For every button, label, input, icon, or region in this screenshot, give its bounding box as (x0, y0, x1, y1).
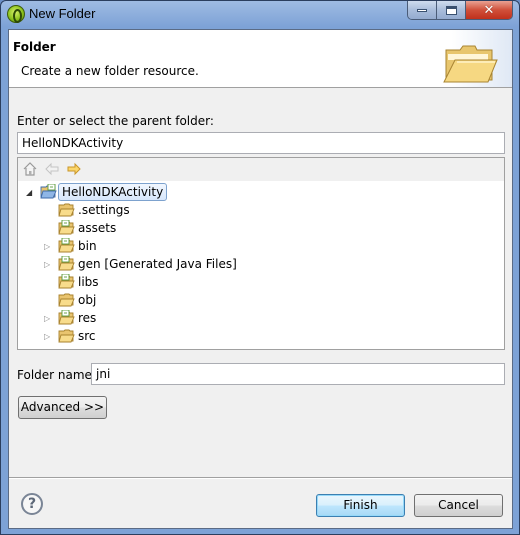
title-bar[interactable]: New Folder ✕ (1, 1, 519, 28)
folder-name-label: Folder name: (17, 368, 96, 382)
tree-item-label: assets (78, 221, 117, 235)
wizard-title: Folder (13, 40, 56, 54)
wizard-header: Folder Create a new folder resource. (9, 30, 512, 88)
expand-arrow-expanded-icon[interactable]: ◢ (26, 188, 35, 197)
back-icon[interactable] (44, 161, 60, 177)
folder-icon (58, 292, 75, 307)
help-icon[interactable]: ? (21, 493, 43, 515)
tree-item-label: gen [Generated Java Files] (78, 257, 237, 271)
tree-item[interactable]: ▷ src (18, 327, 504, 345)
maximize-icon (445, 5, 457, 15)
maximize-button[interactable] (437, 1, 466, 19)
minimize-button[interactable] (408, 1, 437, 19)
source-folder-icon (58, 273, 75, 289)
folder-tree[interactable]: ◢ HelloNDKActivity .settings assets ▷ bin ▷ gen… (17, 157, 505, 350)
folder-icon (58, 328, 75, 343)
tree-item-label: bin (78, 239, 97, 253)
tree-item[interactable]: assets (18, 219, 504, 237)
finish-button[interactable]: Finish (316, 494, 405, 517)
tree-item-label: src (78, 329, 96, 343)
tree-item-label: .settings (78, 203, 130, 217)
folder-icon (58, 202, 75, 217)
tree-item-label: libs (78, 275, 99, 289)
window-controls: ✕ (407, 1, 513, 20)
tree-toolbar (18, 158, 504, 181)
source-folder-icon (58, 237, 75, 253)
tree-item[interactable]: ▷ bin (18, 237, 504, 255)
project-icon (40, 183, 57, 199)
parent-folder-input[interactable]: HelloNDKActivity (17, 132, 505, 154)
cancel-button[interactable]: Cancel (414, 494, 503, 517)
button-bar-separator (9, 477, 512, 479)
new-folder-dialog: New Folder ✕ Folder Create a new folder … (0, 0, 520, 535)
expand-arrow-collapsed-icon[interactable]: ▷ (44, 242, 53, 251)
tree-item-label: HelloNDKActivity (58, 183, 168, 201)
close-icon: ✕ (483, 2, 495, 18)
source-folder-icon (58, 309, 75, 325)
close-button[interactable]: ✕ (466, 1, 512, 19)
tree-item[interactable]: .settings (18, 201, 504, 219)
forward-icon[interactable] (66, 161, 82, 177)
tree-item-label: obj (78, 293, 97, 307)
advanced-button[interactable]: Advanced >> (18, 396, 107, 419)
expand-arrow-collapsed-icon[interactable]: ▷ (44, 314, 53, 323)
tree-item[interactable]: obj (18, 291, 504, 309)
window-title: New Folder (29, 6, 96, 21)
eclipse-app-icon (7, 5, 25, 23)
tree-item-label: res (78, 311, 97, 325)
parent-folder-label: Enter or select the parent folder: (17, 114, 214, 128)
home-icon[interactable] (22, 161, 38, 177)
wizard-description: Create a new folder resource. (21, 64, 199, 78)
tree-item[interactable]: ▷ res (18, 309, 504, 327)
minimize-icon (417, 8, 427, 12)
folder-name-input[interactable]: jni (91, 363, 505, 385)
tree-item[interactable]: ◢ HelloNDKActivity (18, 183, 504, 201)
source-folder-icon (58, 255, 75, 271)
expand-arrow-collapsed-icon[interactable]: ▷ (44, 332, 53, 341)
dialog-client-area: Folder Create a new folder resource. Ent… (8, 29, 513, 529)
tree-item[interactable]: ▷ gen [Generated Java Files] (18, 255, 504, 273)
open-folder-banner-icon (443, 45, 498, 83)
expand-arrow-collapsed-icon[interactable]: ▷ (44, 260, 53, 269)
source-folder-icon (58, 219, 75, 235)
tree-item[interactable]: libs (18, 273, 504, 291)
